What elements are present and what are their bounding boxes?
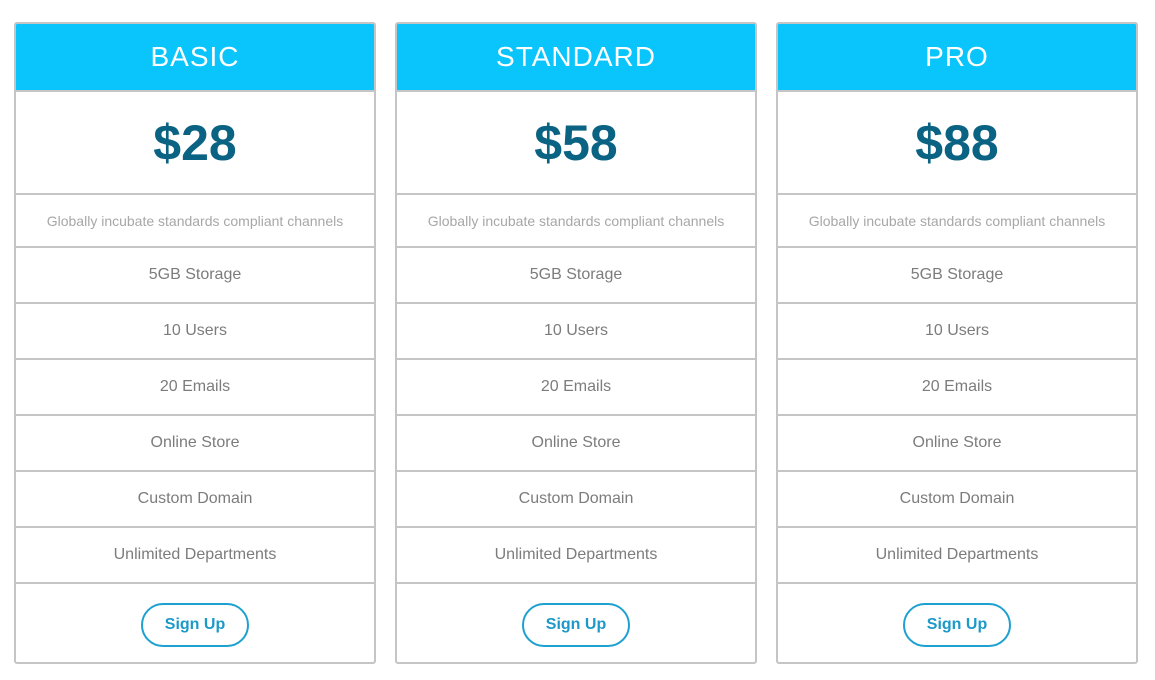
pricing-card-standard: STANDARD $58 Globally incubate standards… <box>395 22 757 664</box>
feature-users: 10 Users <box>397 304 755 360</box>
feature-departments: Unlimited Departments <box>778 528 1136 584</box>
plan-description: Globally incubate standards compliant ch… <box>397 195 755 248</box>
feature-online-store: Online Store <box>16 416 374 472</box>
feature-storage: 5GB Storage <box>778 248 1136 304</box>
plan-price: $28 <box>16 92 374 195</box>
feature-storage: 5GB Storage <box>397 248 755 304</box>
feature-storage: 5GB Storage <box>16 248 374 304</box>
plan-action-row: Sign Up <box>778 584 1136 662</box>
feature-departments: Unlimited Departments <box>16 528 374 584</box>
feature-users: 10 Users <box>778 304 1136 360</box>
pricing-card-pro: PRO $88 Globally incubate standards comp… <box>776 22 1138 664</box>
feature-custom-domain: Custom Domain <box>397 472 755 528</box>
plan-description: Globally incubate standards compliant ch… <box>778 195 1136 248</box>
feature-emails: 20 Emails <box>16 360 374 416</box>
plan-action-row: Sign Up <box>16 584 374 662</box>
plan-action-row: Sign Up <box>397 584 755 662</box>
sign-up-button-pro[interactable]: Sign Up <box>903 603 1011 647</box>
feature-online-store: Online Store <box>778 416 1136 472</box>
feature-emails: 20 Emails <box>397 360 755 416</box>
feature-online-store: Online Store <box>397 416 755 472</box>
feature-custom-domain: Custom Domain <box>778 472 1136 528</box>
plan-name: PRO <box>778 24 1136 92</box>
plan-description: Globally incubate standards compliant ch… <box>16 195 374 248</box>
plan-name: BASIC <box>16 24 374 92</box>
feature-custom-domain: Custom Domain <box>16 472 374 528</box>
plan-price: $88 <box>778 92 1136 195</box>
plan-name: STANDARD <box>397 24 755 92</box>
sign-up-button-basic[interactable]: Sign Up <box>141 603 249 647</box>
pricing-plans: BASIC $28 Globally incubate standards co… <box>14 22 1138 664</box>
plan-price: $58 <box>397 92 755 195</box>
sign-up-button-standard[interactable]: Sign Up <box>522 603 630 647</box>
feature-emails: 20 Emails <box>778 360 1136 416</box>
pricing-card-basic: BASIC $28 Globally incubate standards co… <box>14 22 376 664</box>
feature-departments: Unlimited Departments <box>397 528 755 584</box>
feature-users: 10 Users <box>16 304 374 360</box>
